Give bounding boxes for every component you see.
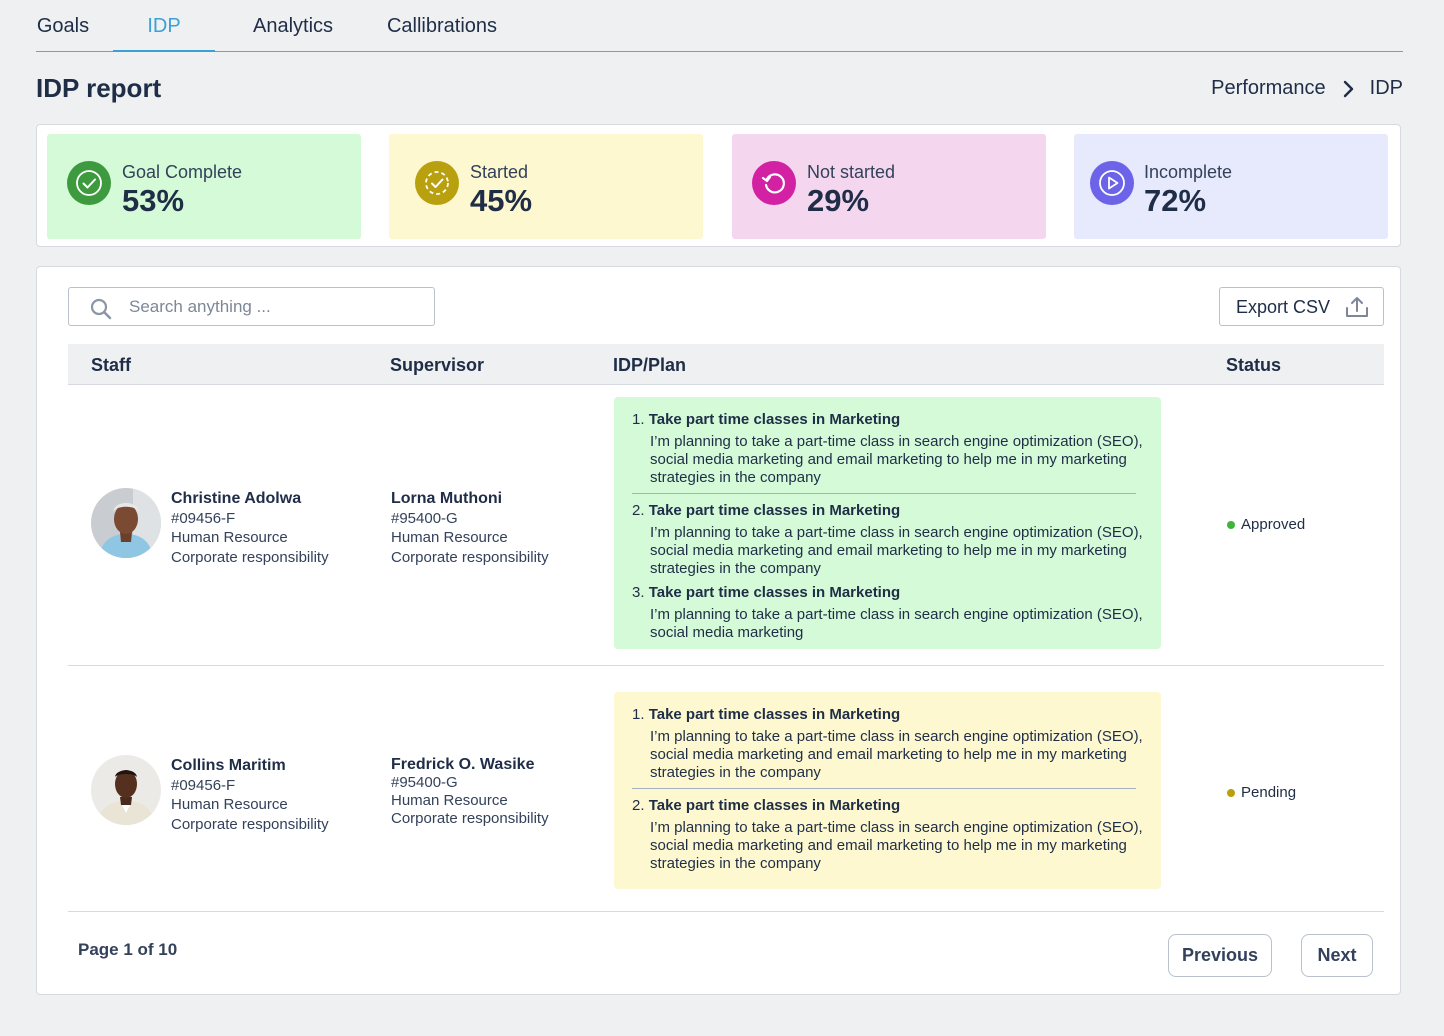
- plan-item-number: 2.: [632, 502, 645, 519]
- column-header-plan[interactable]: IDP/Plan: [613, 355, 686, 376]
- staff-department: Human Resource: [171, 529, 288, 546]
- chevron-right-icon: [1343, 80, 1353, 97]
- plan-item-description: I’m planning to take a part-time class i…: [650, 606, 1143, 641]
- plan-item-description: I’m planning to take a part-time class i…: [650, 728, 1143, 781]
- plan-item-number: 3.: [632, 584, 645, 601]
- supervisor-name[interactable]: Fredrick O. Wasike: [391, 756, 549, 774]
- play-circle-icon: [1090, 161, 1134, 205]
- status-dot: [1227, 520, 1235, 529]
- stat-started: Started 45%: [389, 134, 703, 239]
- stat-value: 72%: [1144, 183, 1207, 218]
- stat-goal-complete: Goal Complete 53%: [47, 134, 361, 239]
- page-title: IDP report: [36, 73, 162, 103]
- plan-item: 2. Take part time classes in Marketing I…: [632, 797, 1143, 873]
- plan-item-title: Take part time classes in Marketing: [648, 411, 901, 428]
- breadcrumb-parent[interactable]: Performance: [1211, 77, 1326, 100]
- next-button[interactable]: Next: [1301, 934, 1373, 977]
- stat-label: Goal Complete: [122, 162, 243, 182]
- status-label: Approved: [1241, 516, 1306, 533]
- tab-callibrations[interactable]: Callibrations: [383, 15, 501, 52]
- status-label: Pending: [1241, 784, 1297, 801]
- supervisor-unit: Corporate responsibility: [391, 810, 549, 827]
- plan-item: 1. Take part time classes in Marketing I…: [632, 411, 1143, 487]
- plan-item-description: I’m planning to take a part-time class i…: [650, 819, 1143, 872]
- plan-divider: [632, 493, 1136, 494]
- table-header: Staff Supervisor IDP/Plan Status: [68, 344, 1384, 385]
- previous-button[interactable]: Previous: [1168, 934, 1272, 977]
- supervisor-name[interactable]: Lorna Muthoni: [391, 489, 549, 509]
- dashed-check-icon: [415, 161, 459, 205]
- idp-plan-box: 1. Take part time classes in Marketing I…: [614, 692, 1161, 889]
- plan-item-number: 2.: [632, 797, 645, 814]
- plan-item-description: I’m planning to take a part-time class i…: [650, 524, 1143, 577]
- stat-incomplete: Incomplete 72%: [1074, 134, 1388, 239]
- plan-divider: [632, 788, 1136, 789]
- search-input[interactable]: [129, 295, 419, 319]
- supervisor-id: #95400-G: [391, 509, 458, 527]
- supervisor-info: Lorna Muthoni #95400-G Human Resource Co…: [391, 489, 549, 567]
- staff-unit: Corporate responsibility: [171, 548, 329, 566]
- stat-value: 29%: [807, 183, 870, 218]
- staff-name[interactable]: Collins Maritim: [171, 756, 329, 776]
- upload-icon: [1346, 297, 1368, 317]
- supervisor-department: Human Resource: [391, 792, 508, 809]
- tab-analytics[interactable]: Analytics: [250, 15, 336, 52]
- staff-id: #09456-F: [171, 776, 236, 794]
- supervisor-department: Human Resource: [391, 529, 508, 546]
- check-circle-icon: [67, 161, 111, 205]
- staff-info: Collins Maritim #09456-F Human Resource …: [171, 756, 329, 834]
- page-indicator: Page 1 of 10: [78, 940, 178, 959]
- plan-item: 1. Take part time classes in Marketing I…: [632, 706, 1143, 782]
- stat-value: 45%: [470, 183, 533, 218]
- plan-item: 3. Take part time classes in Marketing I…: [632, 584, 1143, 642]
- plan-item-number: 1.: [632, 411, 645, 428]
- supervisor-info: Fredrick O. Wasike #95400-G Human Resour…: [391, 756, 549, 828]
- status-dot: [1227, 788, 1235, 797]
- column-header-status[interactable]: Status: [1226, 355, 1281, 376]
- staff-info: Christine Adolwa #09456-F Human Resource…: [171, 489, 329, 567]
- stat-value: 53%: [122, 183, 185, 218]
- supervisor-unit: Corporate responsibility: [391, 548, 549, 566]
- column-header-supervisor[interactable]: Supervisor: [390, 355, 484, 376]
- staff-department: Human Resource: [171, 796, 288, 813]
- stats-panel: Goal Complete 53% Started 45% Not starte…: [36, 124, 1401, 247]
- column-header-staff[interactable]: Staff: [91, 355, 131, 376]
- plan-item-title: Take part time classes in Marketing: [648, 584, 901, 601]
- row-divider: [68, 911, 1384, 912]
- search-box: [68, 287, 435, 326]
- avatar: [91, 488, 161, 558]
- export-csv-label: Export CSV: [1236, 297, 1331, 317]
- staff-id: #09456-F: [171, 509, 236, 527]
- export-csv-button[interactable]: Export CSV: [1219, 287, 1384, 326]
- idp-table-card: Export CSV Staff Supervisor IDP/Plan Sta…: [36, 266, 1401, 995]
- breadcrumb-current: IDP: [1369, 77, 1403, 99]
- supervisor-id: #95400-G: [391, 774, 458, 791]
- refresh-icon: [752, 161, 796, 205]
- idp-plan-box: 1. Take part time classes in Marketing I…: [614, 397, 1161, 649]
- plan-item-title: Take part time classes in Marketing: [648, 706, 901, 723]
- plan-item-number: 1.: [632, 706, 645, 723]
- stat-label: Started: [470, 162, 529, 182]
- plan-item: 2. Take part time classes in Marketing I…: [632, 502, 1143, 578]
- tab-bar: Goals IDP Analytics Callibrations: [36, 0, 1403, 52]
- plan-item-title: Take part time classes in Marketing: [648, 797, 901, 814]
- status-badge: Approved: [1227, 516, 1305, 533]
- staff-name[interactable]: Christine Adolwa: [171, 489, 329, 509]
- row-divider: [68, 665, 1384, 666]
- stat-not-started: Not started 29%: [732, 134, 1046, 239]
- search-icon: [90, 298, 112, 320]
- avatar: [91, 755, 161, 825]
- plan-item-title: Take part time classes in Marketing: [648, 502, 901, 519]
- tab-idp[interactable]: IDP: [113, 15, 215, 52]
- status-badge: Pending: [1227, 784, 1296, 801]
- breadcrumb: Performance IDP: [1211, 77, 1403, 100]
- staff-unit: Corporate responsibility: [171, 815, 329, 833]
- stat-label: Not started: [807, 162, 896, 182]
- stat-label: Incomplete: [1144, 162, 1233, 182]
- plan-item-description: I’m planning to take a part-time class i…: [650, 433, 1143, 486]
- tab-goals[interactable]: Goals: [36, 15, 90, 52]
